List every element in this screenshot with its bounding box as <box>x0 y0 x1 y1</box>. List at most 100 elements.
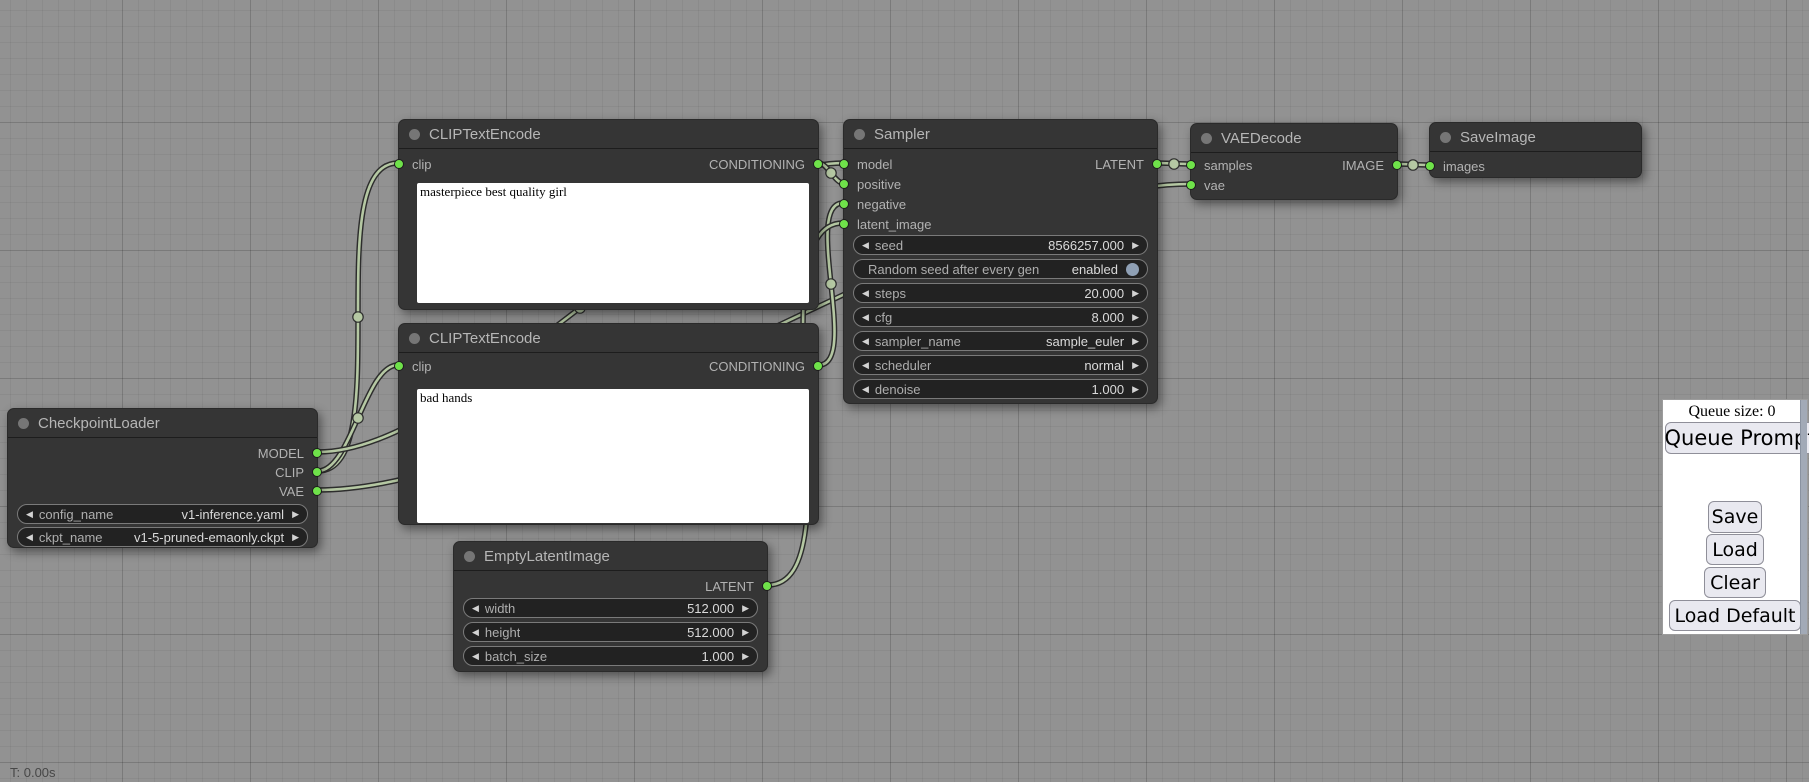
node-cliptextencode-negative[interactable]: CLIPTextEncode clip CONDITIONING bad han… <box>398 323 819 525</box>
slot-dot-icon[interactable] <box>394 159 404 169</box>
increment-arrow-icon[interactable]: ▶ <box>292 510 299 519</box>
output-slot-conditioning[interactable]: CONDITIONING <box>709 359 823 373</box>
output-slot-latent[interactable]: LATENT <box>1095 157 1162 171</box>
increment-arrow-icon[interactable]: ▶ <box>742 652 749 661</box>
slot-dot-icon[interactable] <box>312 467 322 477</box>
queue-size-label: Queue size: 0 <box>1663 403 1801 421</box>
slot-dot-icon[interactable] <box>839 199 849 209</box>
output-slot-model[interactable]: MODEL <box>258 446 322 460</box>
increment-arrow-icon[interactable]: ▶ <box>1132 385 1139 394</box>
toggle-dot-icon[interactable] <box>1126 263 1139 276</box>
increment-arrow-icon[interactable]: ▶ <box>292 533 299 542</box>
output-slot-clip[interactable]: CLIP <box>275 465 322 479</box>
widget-cfg[interactable]: ◀ cfg 8.000 ▶ <box>853 307 1148 327</box>
collapse-dot-icon[interactable] <box>409 333 420 344</box>
widget-batch-size[interactable]: ◀ batch_size 1.000 ▶ <box>463 646 758 666</box>
collapse-dot-icon[interactable] <box>854 129 865 140</box>
collapse-dot-icon[interactable] <box>464 551 475 562</box>
node-cliptextencode-positive[interactable]: CLIPTextEncode clip CONDITIONING masterp… <box>398 119 819 310</box>
decrement-arrow-icon[interactable]: ◀ <box>472 652 479 661</box>
widget-sampler-name[interactable]: ◀ sampler_name sample_euler ▶ <box>853 331 1148 351</box>
input-slot-samples[interactable]: samples <box>1186 158 1252 172</box>
slot-dot-icon[interactable] <box>1186 160 1196 170</box>
decrement-arrow-icon[interactable]: ◀ <box>862 385 869 394</box>
node-title-bar[interactable]: EmptyLatentImage <box>454 542 767 571</box>
node-title-bar[interactable]: Sampler <box>844 120 1157 149</box>
increment-arrow-icon[interactable]: ▶ <box>742 604 749 613</box>
node-title-bar[interactable]: CLIPTextEncode <box>399 324 818 353</box>
input-slot-clip[interactable]: clip <box>394 359 432 373</box>
slot-dot-icon[interactable] <box>813 361 823 371</box>
widget-steps[interactable]: ◀ steps 20.000 ▶ <box>853 283 1148 303</box>
widget-random-seed-toggle[interactable]: Random seed after every gen enabled <box>853 259 1148 279</box>
input-slot-model[interactable]: model <box>839 157 892 171</box>
node-checkpointloader[interactable]: CheckpointLoader MODEL CLIP VAE ◀ config… <box>7 408 318 548</box>
node-vaedecode[interactable]: VAEDecode samples IMAGE vae <box>1190 123 1398 200</box>
panel-scrollbar[interactable] <box>1800 400 1807 634</box>
node-title-bar[interactable]: CLIPTextEncode <box>399 120 818 149</box>
load-default-button[interactable]: Load Default <box>1669 600 1801 631</box>
output-slot-image[interactable]: IMAGE <box>1342 158 1402 172</box>
input-slot-vae[interactable]: vae <box>1186 178 1225 192</box>
prompt-textarea[interactable]: masterpiece best quality girl <box>417 183 809 303</box>
slot-dot-icon[interactable] <box>394 361 404 371</box>
graph-canvas[interactable]: CLIPTextEncode clip CONDITIONING masterp… <box>0 0 1809 782</box>
slot-dot-icon[interactable] <box>813 159 823 169</box>
queue-prompt-button[interactable]: Queue Prompt <box>1665 422 1809 454</box>
clear-button[interactable]: Clear <box>1704 567 1766 598</box>
decrement-arrow-icon[interactable]: ◀ <box>862 289 869 298</box>
slot-dot-icon[interactable] <box>1186 180 1196 190</box>
output-slot-conditioning[interactable]: CONDITIONING <box>709 157 823 171</box>
collapse-dot-icon[interactable] <box>1201 133 1212 144</box>
node-saveimage[interactable]: SaveImage images <box>1429 122 1642 178</box>
slot-dot-icon[interactable] <box>839 179 849 189</box>
decrement-arrow-icon[interactable]: ◀ <box>26 510 33 519</box>
input-slot-latent-image[interactable]: latent_image <box>839 217 931 231</box>
decrement-arrow-icon[interactable]: ◀ <box>862 241 869 250</box>
node-title-bar[interactable]: VAEDecode <box>1191 124 1397 153</box>
input-slot-negative[interactable]: negative <box>839 197 906 211</box>
widget-width[interactable]: ◀ width 512.000 ▶ <box>463 598 758 618</box>
increment-arrow-icon[interactable]: ▶ <box>1132 241 1139 250</box>
input-slot-positive[interactable]: positive <box>839 177 901 191</box>
slot-dot-icon[interactable] <box>1425 161 1435 171</box>
widget-config-name[interactable]: ◀ config_name v1-inference.yaml ▶ <box>17 504 308 524</box>
decrement-arrow-icon[interactable]: ◀ <box>862 313 869 322</box>
output-slot-latent[interactable]: LATENT <box>705 579 772 593</box>
slot-dot-icon[interactable] <box>762 581 772 591</box>
node-title-bar[interactable]: CheckpointLoader <box>8 409 317 438</box>
decrement-arrow-icon[interactable]: ◀ <box>862 361 869 370</box>
widget-ckpt-name[interactable]: ◀ ckpt_name v1-5-pruned-emaonly.ckpt ▶ <box>17 527 308 547</box>
node-emptylatentimage[interactable]: EmptyLatentImage LATENT ◀ width 512.000 … <box>453 541 768 672</box>
decrement-arrow-icon[interactable]: ◀ <box>472 628 479 637</box>
collapse-dot-icon[interactable] <box>1440 132 1451 143</box>
output-slot-vae[interactable]: VAE <box>279 484 322 498</box>
widget-denoise[interactable]: ◀ denoise 1.000 ▶ <box>853 379 1148 399</box>
collapse-dot-icon[interactable] <box>409 129 420 140</box>
decrement-arrow-icon[interactable]: ◀ <box>862 337 869 346</box>
increment-arrow-icon[interactable]: ▶ <box>1132 337 1139 346</box>
widget-scheduler[interactable]: ◀ scheduler normal ▶ <box>853 355 1148 375</box>
widget-height[interactable]: ◀ height 512.000 ▶ <box>463 622 758 642</box>
input-slot-clip[interactable]: clip <box>394 157 432 171</box>
input-slot-images[interactable]: images <box>1425 159 1485 173</box>
prompt-textarea[interactable]: bad hands <box>417 389 809 523</box>
slot-dot-icon[interactable] <box>839 159 849 169</box>
slot-dot-icon[interactable] <box>312 486 322 496</box>
slot-dot-icon[interactable] <box>1152 159 1162 169</box>
increment-arrow-icon[interactable]: ▶ <box>1132 289 1139 298</box>
decrement-arrow-icon[interactable]: ◀ <box>472 604 479 613</box>
slot-dot-icon[interactable] <box>1392 160 1402 170</box>
node-sampler[interactable]: Sampler model LATENT positive negative l… <box>843 119 1158 404</box>
collapse-dot-icon[interactable] <box>18 418 29 429</box>
slot-dot-icon[interactable] <box>839 219 849 229</box>
increment-arrow-icon[interactable]: ▶ <box>742 628 749 637</box>
slot-dot-icon[interactable] <box>312 448 322 458</box>
widget-seed[interactable]: ◀ seed 8566257.000 ▶ <box>853 235 1148 255</box>
increment-arrow-icon[interactable]: ▶ <box>1132 361 1139 370</box>
save-button[interactable]: Save <box>1708 501 1762 533</box>
load-button[interactable]: Load <box>1706 534 1764 565</box>
increment-arrow-icon[interactable]: ▶ <box>1132 313 1139 322</box>
node-title-bar[interactable]: SaveImage <box>1430 123 1641 152</box>
decrement-arrow-icon[interactable]: ◀ <box>26 533 33 542</box>
